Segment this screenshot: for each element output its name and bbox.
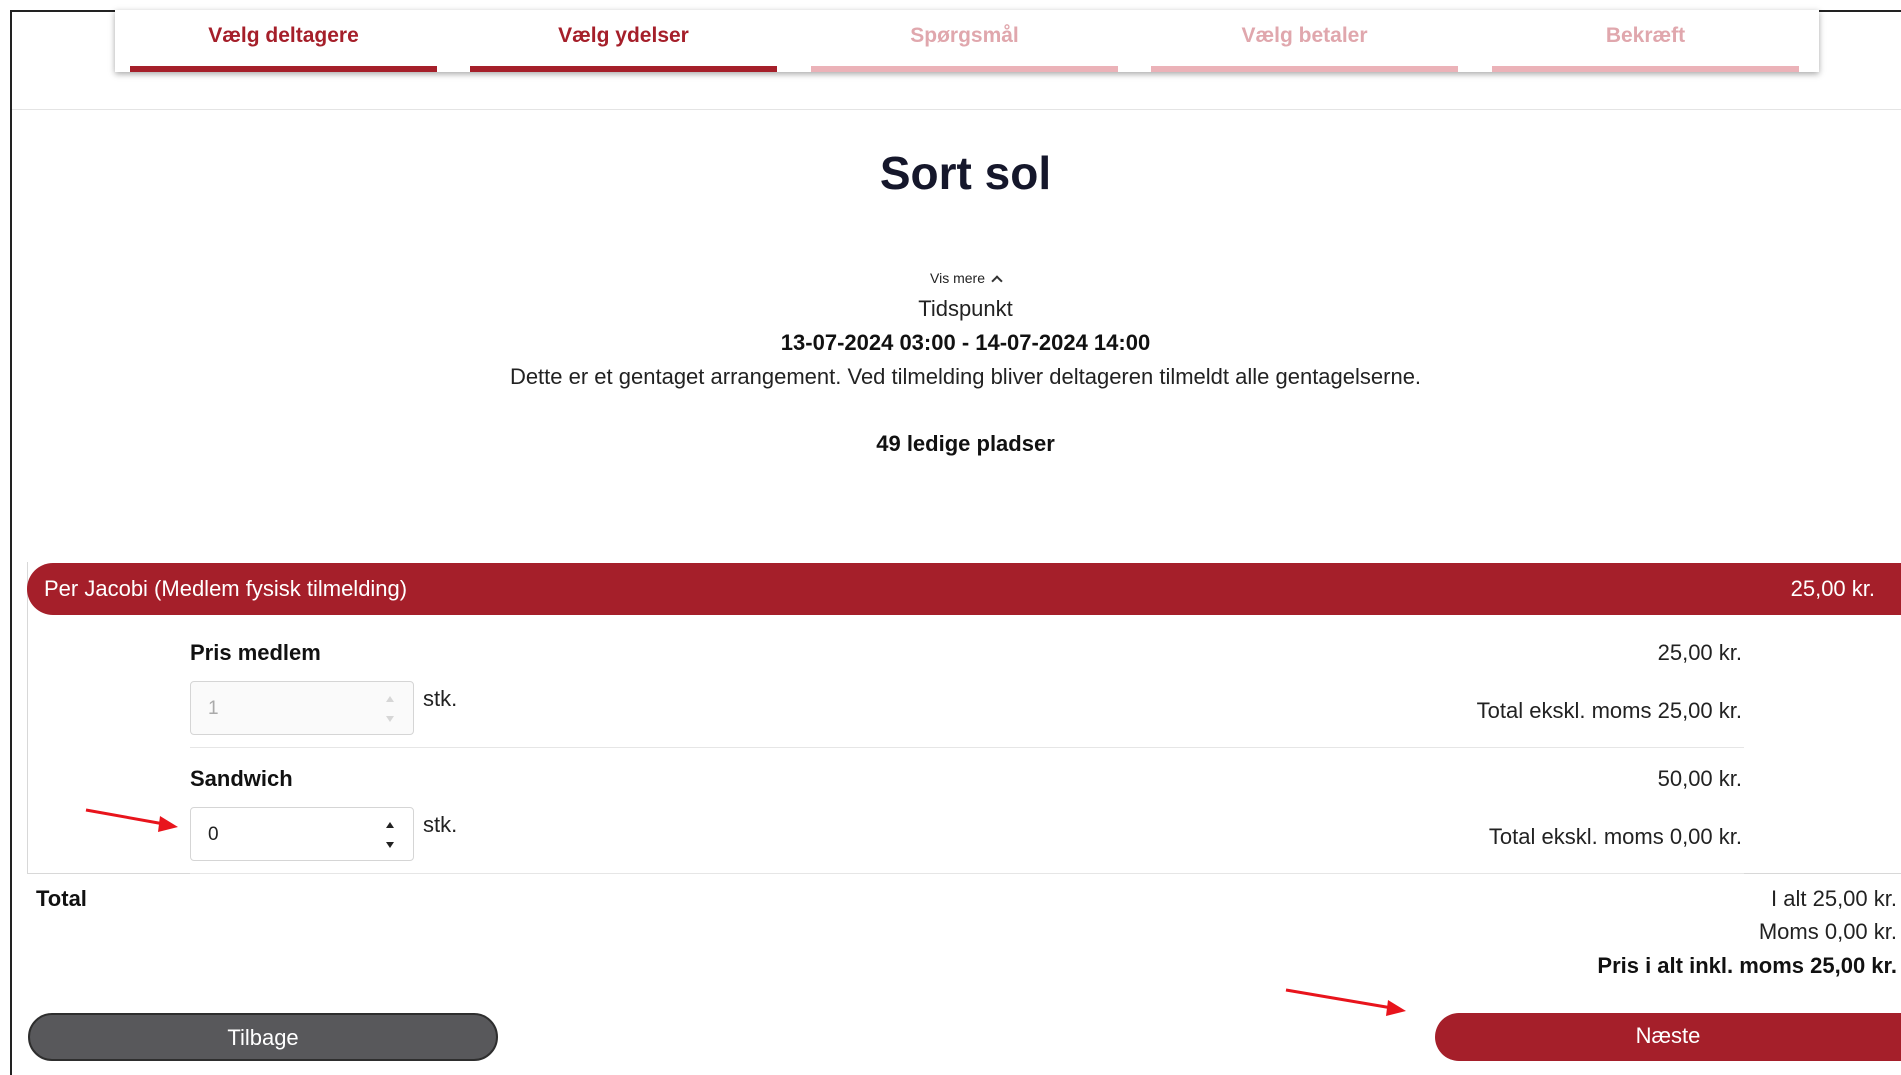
quantity-value: 1	[208, 698, 219, 719]
item-name-sandwich: Sandwich	[190, 766, 293, 791]
item-total: Total ekskl. moms 25,00 kr.	[1476, 698, 1742, 723]
step-vaelg-betaler: Vælg betaler	[1151, 10, 1458, 72]
tidspunkt-label: Tidspunkt	[918, 296, 1013, 321]
quantity-value: 0	[208, 824, 219, 845]
step-vaelg-deltagere[interactable]: Vælg deltagere	[130, 10, 437, 72]
back-button[interactable]: Tilbage	[28, 1013, 498, 1061]
vis-mere-toggle[interactable]: Vis mere	[0, 270, 1901, 287]
step-progress-bar	[1492, 66, 1799, 72]
items-bottom-divider	[190, 873, 1744, 874]
step-bekraeft: Bekræft	[1492, 10, 1799, 72]
item-divider	[190, 747, 1744, 748]
step-progress-bar	[811, 66, 1118, 72]
tidspunkt-value: 13-07-2024 03:00 - 14-07-2024 14:00	[780, 330, 1151, 355]
participant-header: Per Jacobi (Medlem fysisk tilmelding) 25…	[27, 563, 1901, 615]
item-name-pris-medlem: Pris medlem	[190, 640, 321, 665]
unit-label: stk.	[423, 812, 458, 837]
step-progress-bar	[1151, 66, 1458, 72]
caret-up-icon	[385, 695, 395, 703]
event-title: Sort sol	[879, 147, 1052, 199]
header-divider	[12, 109, 1901, 110]
next-button[interactable]: Næste	[1435, 1013, 1901, 1061]
step-vaelg-ydelser[interactable]: Vælg ydelser	[470, 10, 777, 72]
quantity-stepper-sandwich[interactable]: 0	[190, 807, 414, 861]
progress-stepper: Vælg deltagere Vælg ydelser Spørgsmål Væ…	[115, 10, 1819, 72]
caret-up-icon[interactable]	[385, 821, 395, 829]
step-label: Bekræft	[1605, 24, 1686, 47]
participant-price: 25,00 kr.	[1790, 576, 1875, 601]
item-price: 50,00 kr.	[1657, 766, 1742, 791]
caret-down-icon[interactable]	[385, 841, 395, 849]
step-progress-bar	[130, 66, 437, 72]
item-price: 25,00 kr.	[1657, 640, 1742, 665]
step-label: Spørgsmål	[910, 24, 1019, 47]
unit-label: stk.	[423, 686, 458, 711]
chevron-up-icon	[991, 275, 1003, 287]
sum-moms: Moms 0,00 kr.	[1758, 919, 1897, 944]
participant-name: Per Jacobi (Medlem fysisk tilmelding)	[44, 576, 408, 601]
sum-i-alt: I alt 25,00 kr.	[1771, 886, 1897, 911]
step-spoergsmaal: Spørgsmål	[811, 10, 1118, 72]
quantity-stepper-pris-medlem: 1	[190, 681, 414, 735]
vis-mere-label: Vis mere	[930, 270, 985, 286]
step-label: Vælg betaler	[1241, 24, 1368, 47]
step-label: Vælg deltagere	[208, 24, 359, 47]
step-progress-bar	[470, 66, 777, 72]
caret-down-icon	[385, 715, 395, 723]
item-total: Total ekskl. moms 0,00 kr.	[1488, 824, 1742, 849]
total-label: Total	[36, 886, 87, 911]
available-seats: 49 ledige pladser	[876, 431, 1055, 456]
sum-pris-i-alt: Pris i alt inkl. moms 25,00 kr.	[1597, 953, 1897, 978]
step-label: Vælg ydelser	[558, 24, 689, 47]
arrow-icon	[1285, 988, 1406, 1016]
recurring-info-text: Dette er et gentaget arrangement. Ved ti…	[509, 364, 1422, 389]
arrow-icon	[85, 808, 178, 832]
